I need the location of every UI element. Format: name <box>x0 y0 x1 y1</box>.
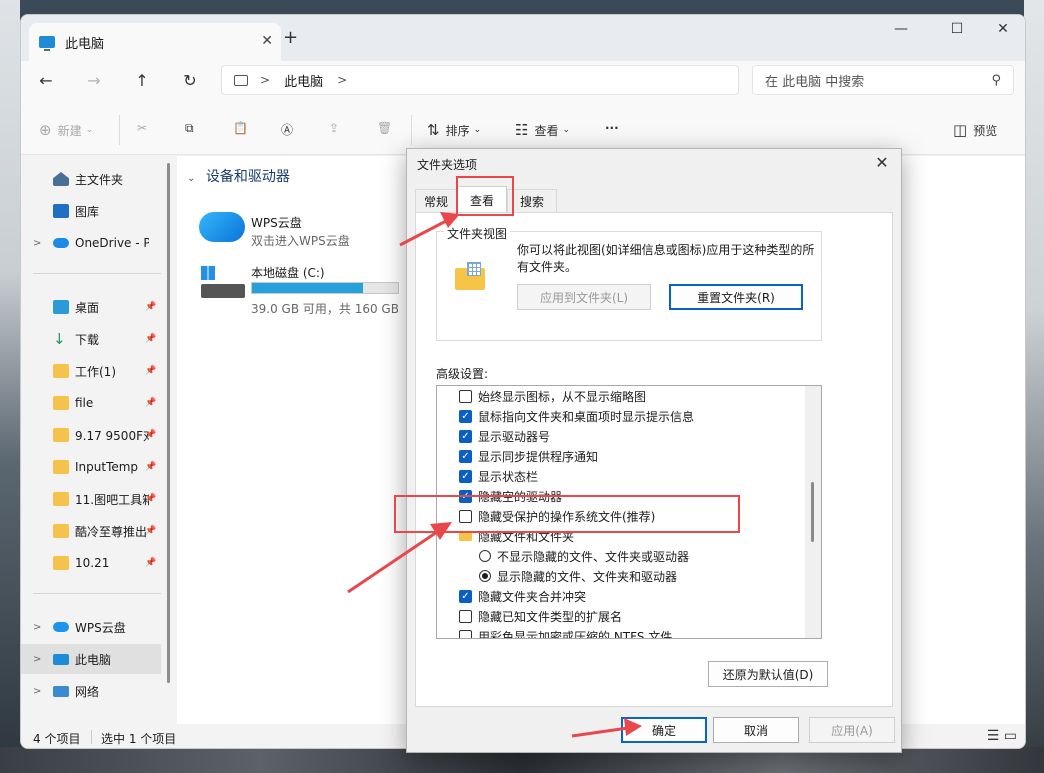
arrow-head-protected-files <box>430 522 452 540</box>
arrow-head-view-tab <box>440 212 460 228</box>
arrow-head-ok-button <box>624 718 642 736</box>
annotation-arrows <box>347 212 642 738</box>
